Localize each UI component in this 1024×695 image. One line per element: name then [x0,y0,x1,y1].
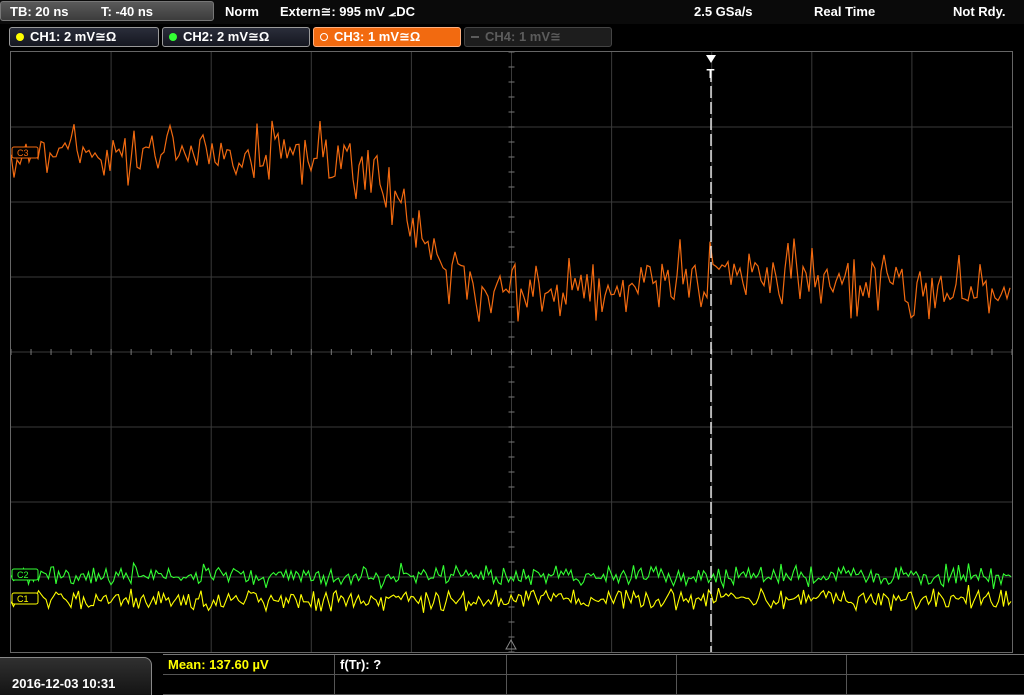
ch1-marker-label: C1 [17,594,29,604]
acquisition-mode[interactable]: Norm [225,3,259,21]
measurement-mean[interactable]: Mean: 137.60 µV [163,655,335,675]
ch3-indicator-icon [320,33,328,41]
trigger-status: Not Rdy. [953,4,1006,19]
trigger-marker-label: T [707,66,715,81]
ch2-marker-label: C2 [17,570,29,580]
ch4-indicator-icon [471,36,479,38]
ch1-offset-marker[interactable]: C1 [11,592,39,605]
ch3-waveform [11,120,1011,322]
trigger-time-value: T: -40 ns [101,4,154,19]
date-time-box: 2016-12-03 10:31 [0,657,152,695]
status-bar: TB: 20 ns T: -40 ns Norm Extern≅: 995 mV… [0,0,1024,24]
channel-bar: CH1: 2 mV≅Ω CH2: 2 mV≅Ω CH3: 1 mV≅Ω CH4:… [0,25,1024,49]
acquisition-type[interactable]: Real Time [814,3,875,21]
sample-rate[interactable]: 2.5 GSa/s [694,3,753,21]
measurement-slot-7[interactable] [335,675,507,695]
measurement-slot-5[interactable] [847,655,1024,675]
timebase-value: TB: 20 ns [10,4,69,19]
measurement-slot-3[interactable] [507,655,677,675]
measurement-slot-9[interactable] [677,675,847,695]
timebase-box[interactable]: TB: 20 ns T: -40 ns [0,1,214,21]
measurement-table: Mean: 137.60 µV f(Tr): ? [163,654,1024,695]
channel-1-button[interactable]: CH1: 2 mV≅Ω [9,27,159,47]
channel-3-button[interactable]: CH3: 1 mV≅Ω [313,27,461,47]
waveform-display[interactable]: T C3 C2 C1 [10,51,1013,653]
measurement-bar: 2016-12-03 10:31 Mean: 137.60 µV f(Tr): … [0,654,1024,695]
measurement-slot-4[interactable] [677,655,847,675]
channel-3-label: CH3: 1 mV≅Ω [334,29,421,44]
measurement-rise-freq[interactable]: f(Tr): ? [335,655,507,675]
channel-4-label: CH4: 1 mV≅ [485,29,561,44]
ch1-indicator-icon [16,33,24,41]
measurement-slot-6[interactable] [163,675,335,695]
date-time: 2016-12-03 10:31 [12,676,116,691]
channel-2-button[interactable]: CH2: 2 mV≅Ω [162,27,310,47]
ch3-marker-label: C3 [17,148,29,158]
channel-4-button[interactable]: CH4: 1 mV≅ [464,27,612,47]
trigger-source[interactable]: Extern≅: 995 mV ⦟DC [280,3,415,21]
measurement-slot-10[interactable] [847,675,1024,695]
trigger-marker-icon[interactable] [706,55,716,63]
ch2-indicator-icon [169,33,177,41]
measurement-slot-8[interactable] [507,675,677,695]
ch3-offset-marker[interactable]: C3 [11,146,39,159]
channel-1-label: CH1: 2 mV≅Ω [30,29,117,44]
channel-2-label: CH2: 2 mV≅Ω [183,29,270,44]
ch2-offset-marker[interactable]: C2 [11,568,39,581]
graticule [11,52,1012,652]
